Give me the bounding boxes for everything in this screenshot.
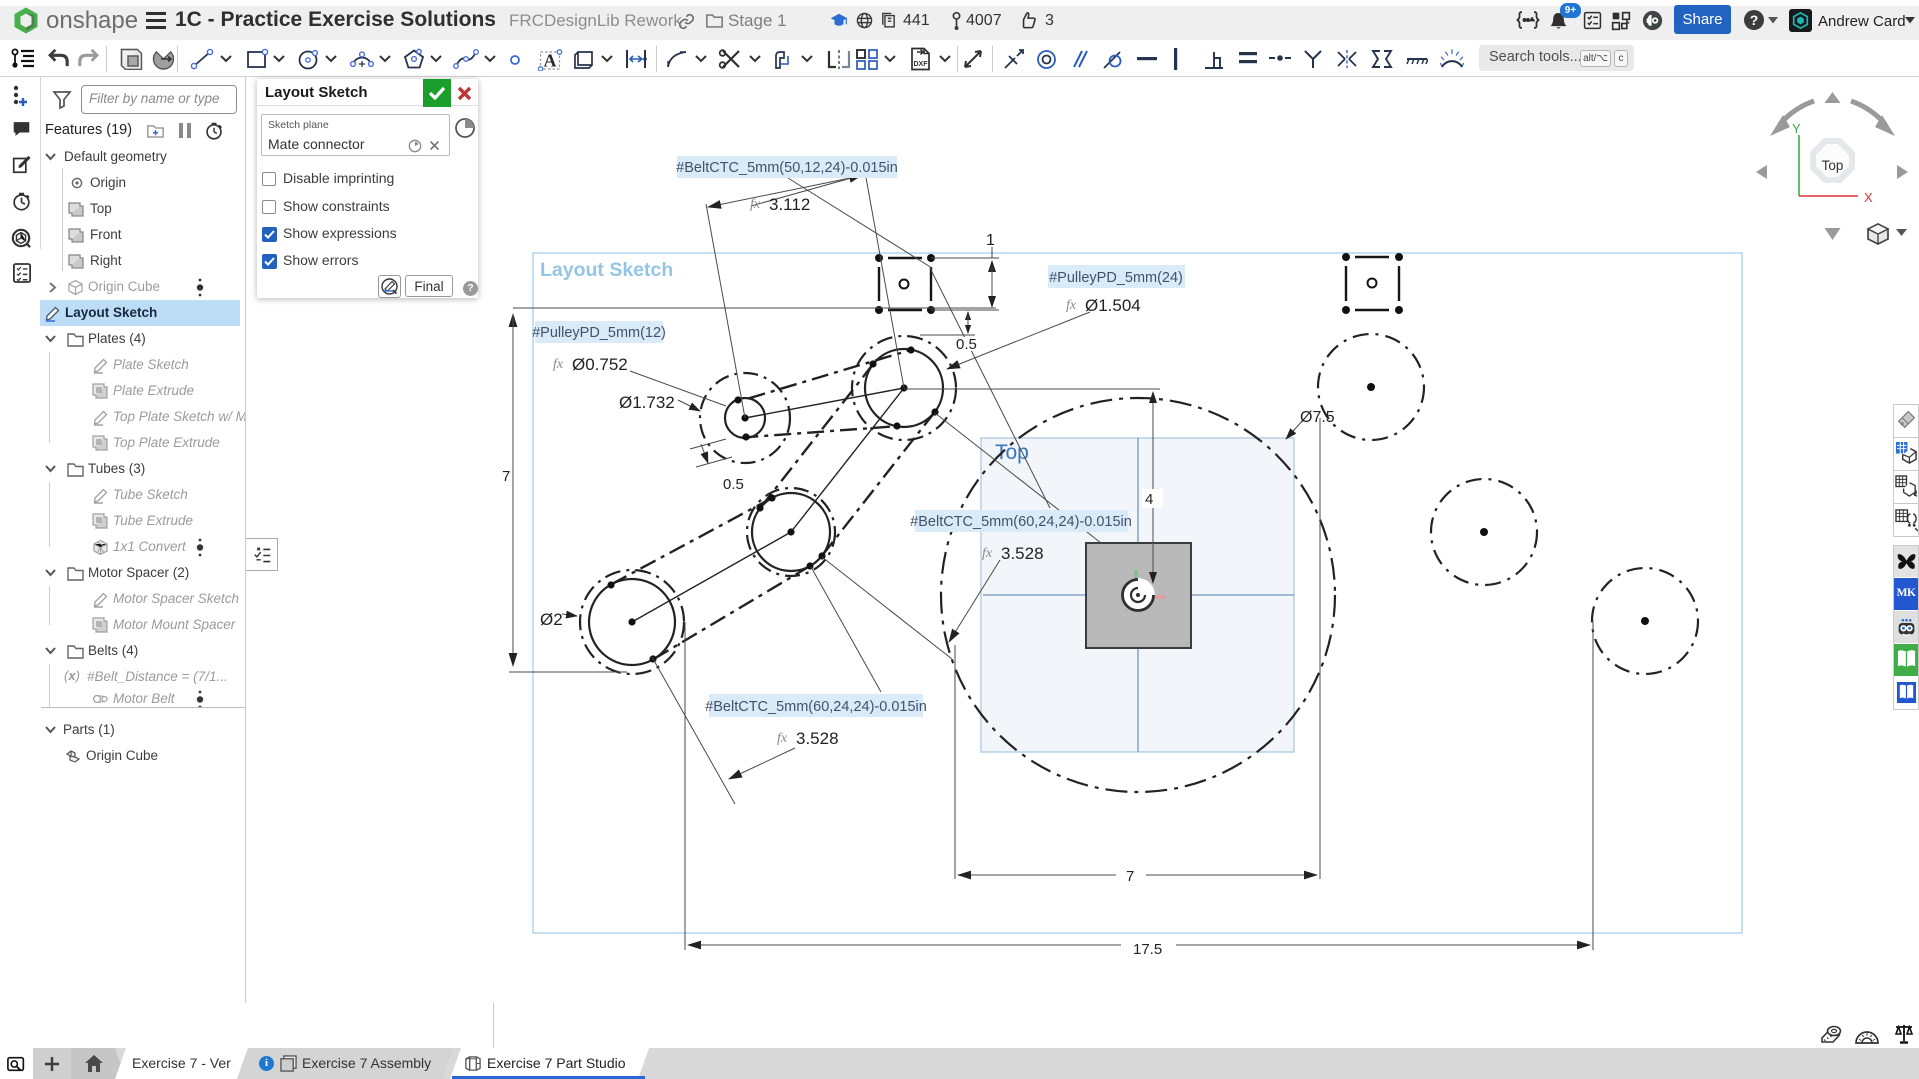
svg-text:Ø0.752: Ø0.752 (572, 355, 628, 374)
svg-text:Layout Sketch: Layout Sketch (540, 259, 673, 281)
svg-text:Y: Y (1792, 121, 1801, 136)
svg-text:0.5: 0.5 (956, 336, 977, 353)
svg-text:fx: fx (553, 357, 564, 372)
svg-text:#BeltCTC_5mm(50,12,24)-0.015in: #BeltCTC_5mm(50,12,24)-0.015in (676, 160, 898, 176)
svg-text:Ø7.5: Ø7.5 (1300, 409, 1335, 426)
svg-text:Ø2: Ø2 (540, 610, 563, 629)
svg-text:#BeltCTC_5mm(60,24,24)-0.015in: #BeltCTC_5mm(60,24,24)-0.015in (705, 699, 927, 715)
svg-text:1: 1 (986, 232, 995, 249)
svg-text:#PulleyPD_5mm(24): #PulleyPD_5mm(24) (1049, 270, 1183, 286)
svg-text:A: A (544, 51, 557, 71)
svg-text:fx: fx (750, 197, 761, 212)
svg-text:3.528: 3.528 (796, 729, 839, 748)
svg-text:fx: fx (777, 731, 788, 746)
svg-text:7: 7 (1126, 868, 1134, 885)
svg-text:Ø1.732: Ø1.732 (619, 393, 675, 412)
svg-text:3.112: 3.112 (769, 195, 810, 214)
svg-text:#PulleyPD_5mm(12): #PulleyPD_5mm(12) (532, 325, 666, 341)
svg-text:4: 4 (1145, 491, 1153, 508)
svg-text:0.5: 0.5 (723, 476, 744, 493)
svg-text:3.528: 3.528 (1001, 544, 1044, 563)
svg-text:17.5: 17.5 (1133, 941, 1162, 958)
svg-text:Ø1.504: Ø1.504 (1085, 296, 1141, 315)
svg-text:fx: fx (982, 546, 993, 561)
svg-text:7: 7 (502, 468, 510, 485)
svg-text:X: X (1864, 190, 1873, 205)
svg-text:#BeltCTC_5mm(60,24,24)-0.015in: #BeltCTC_5mm(60,24,24)-0.015in (910, 514, 1132, 530)
svg-text:DXF: DXF (914, 61, 929, 68)
svg-text:fx: fx (1066, 298, 1077, 313)
svg-text:Top: Top (1822, 158, 1844, 173)
